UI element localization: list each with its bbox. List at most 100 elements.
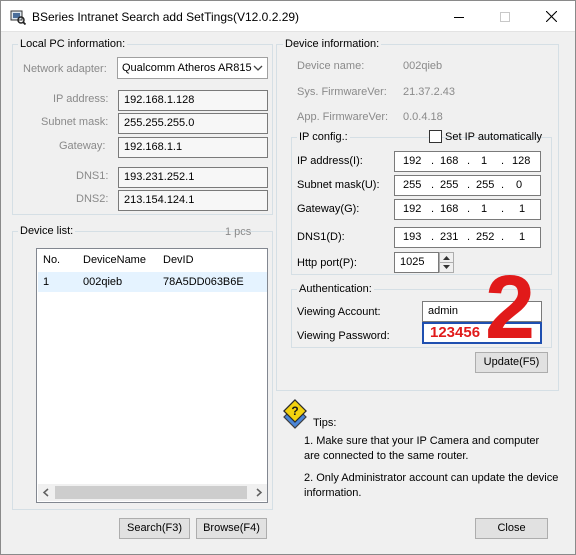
device-list[interactable]: No. DeviceName DevID 1 002qieb 78A5DD063… [36,248,268,503]
subnet-octet-1: 255 [403,179,422,191]
dns1-octet-4: 1 [519,231,526,243]
column-header-devid[interactable]: DevID [157,249,194,272]
scroll-left-icon[interactable] [42,488,50,497]
device-name-value: 002qieb [403,60,443,72]
close-window-button[interactable] [528,1,574,32]
spin-up-icon[interactable] [440,253,453,262]
ip-config-subnet-label: Subnet mask(U): [297,179,380,191]
http-port-spinner[interactable] [439,252,454,273]
subnet-octet-4: 0 [516,179,523,191]
network-adapter-label: Network adapter: [23,63,107,75]
ip-config-ip-label: IP address(I): [297,155,363,167]
local-pc-title: Local PC information: [18,38,128,51]
tips-line-1: 1. Make sure that your IP Camera and com… [304,435,540,462]
chevron-down-icon [253,65,263,71]
ip-octet-2: 168 [440,155,459,167]
gateway-input[interactable]: 192. 168. 1. 1 [394,199,541,220]
sys-firmware-label: Sys. FirmwareVer: [297,86,387,98]
search-button[interactable]: Search(F3) [119,518,190,539]
dns2-label: DNS2: [76,193,109,205]
subnet-octet-2: 255 [440,179,459,191]
ip-dot: . [431,203,435,215]
viewing-account-label: Viewing Account: [297,306,381,318]
local-subnet-field: 255.255.255.0 [118,113,268,134]
close-icon [545,11,557,22]
tips-title: Tips: [313,417,337,429]
ip-octet-4: 128 [512,155,531,167]
window-title: BSeries Intranet Search add SetTings(V12… [32,10,300,24]
update-button[interactable]: Update(F5) [475,352,548,373]
step-number-annotation: 2 [485,258,536,358]
ip-dot: . [431,179,435,191]
gateway-octet-1: 192 [403,203,422,215]
title-bar: BSeries Intranet Search add SetTings(V12… [1,1,575,32]
ip-dot: . [467,155,471,167]
tips-line-2: 2. Only Administrator account can update… [304,472,559,499]
device-count: 1 pcs [225,226,252,238]
minimize-icon [454,16,464,18]
scrollbar-thumb[interactable] [55,486,247,499]
ip-octet-1: 192 [403,155,422,167]
row-dev-id: 78A5DD063B6E [163,276,244,288]
dns1-octet-2: 231 [440,231,459,243]
http-port-input[interactable]: 1025 [394,252,439,273]
ip-label: IP address: [53,93,109,105]
close-button[interactable]: Close [475,518,548,539]
device-list-title: Device list: [18,225,76,238]
dns1-label: DNS1: [76,170,109,182]
column-header-devicename[interactable]: DeviceName [77,249,146,272]
local-gateway-field: 192.168.1.1 [118,137,268,158]
network-adapter-value: Qualcomm Atheros AR815 [122,62,252,74]
local-dns1-field: 193.231.252.1 [118,167,268,188]
subnet-octet-3: 255 [476,179,495,191]
sys-firmware-value: 21.37.2.43 [403,86,455,98]
subnet-mask-input[interactable]: 255. 255. 255. 0 [394,175,541,196]
viewing-password-label: Viewing Password: [297,330,390,342]
local-ip-field: 192.168.1.128 [118,90,268,111]
ip-address-input[interactable]: 192. 168. 1. 128 [394,151,541,172]
column-header-no[interactable]: No. [37,249,60,272]
maximize-button[interactable] [482,1,528,32]
app-window: BSeries Intranet Search add SetTings(V12… [0,0,576,555]
ip-dot: . [501,203,505,215]
ip-dot: . [501,179,505,191]
ip-config-dns1-label: DNS1(D): [297,231,345,243]
gateway-octet-4: 1 [519,203,526,215]
spin-down-icon[interactable] [440,262,453,271]
ip-dot: . [431,155,435,167]
table-row[interactable]: 1 002qieb 78A5DD063B6E [38,272,267,292]
scroll-right-icon[interactable] [255,488,263,497]
network-adapter-select[interactable]: Qualcomm Atheros AR815 [117,57,268,79]
http-port-label: Http port(P): [297,257,357,269]
maximize-icon [500,11,510,22]
tips-icon: ? [283,399,307,429]
ip-dot: . [501,155,505,167]
app-firmware-value: 0.0.4.18 [403,111,443,123]
svg-text:?: ? [291,404,298,418]
gateway-octet-3: 1 [481,203,488,215]
ip-octet-3: 1 [481,155,488,167]
dns1-octet-3: 252 [476,231,495,243]
ip-config-gateway-label: Gateway(G): [297,203,360,215]
dns1-input[interactable]: 193. 231. 252. 1 [394,227,541,248]
row-device-name: 002qieb [83,276,123,288]
local-dns2-field: 213.154.124.1 [118,190,268,211]
device-name-label: Device name: [297,60,365,72]
set-ip-auto-label: Set IP automatically [445,131,543,143]
horizontal-scrollbar[interactable] [38,484,267,501]
app-icon [10,10,26,25]
row-no: 1 [43,276,50,288]
dns1-octet-1: 193 [403,231,422,243]
browse-button[interactable]: Browse(F4) [196,518,267,539]
set-ip-auto-checkbox[interactable] [429,130,442,143]
app-firmware-label: App. FirmwareVer: [297,111,389,123]
ip-dot: . [467,203,471,215]
gateway-octet-2: 168 [440,203,459,215]
ip-dot: . [467,231,471,243]
subnet-label: Subnet mask: [41,116,109,128]
ip-dot: . [431,231,435,243]
auth-title: Authentication: [297,283,374,296]
ip-config-title: IP config.: [297,131,350,144]
minimize-button[interactable] [436,1,482,32]
gateway-label: Gateway: [59,140,106,152]
